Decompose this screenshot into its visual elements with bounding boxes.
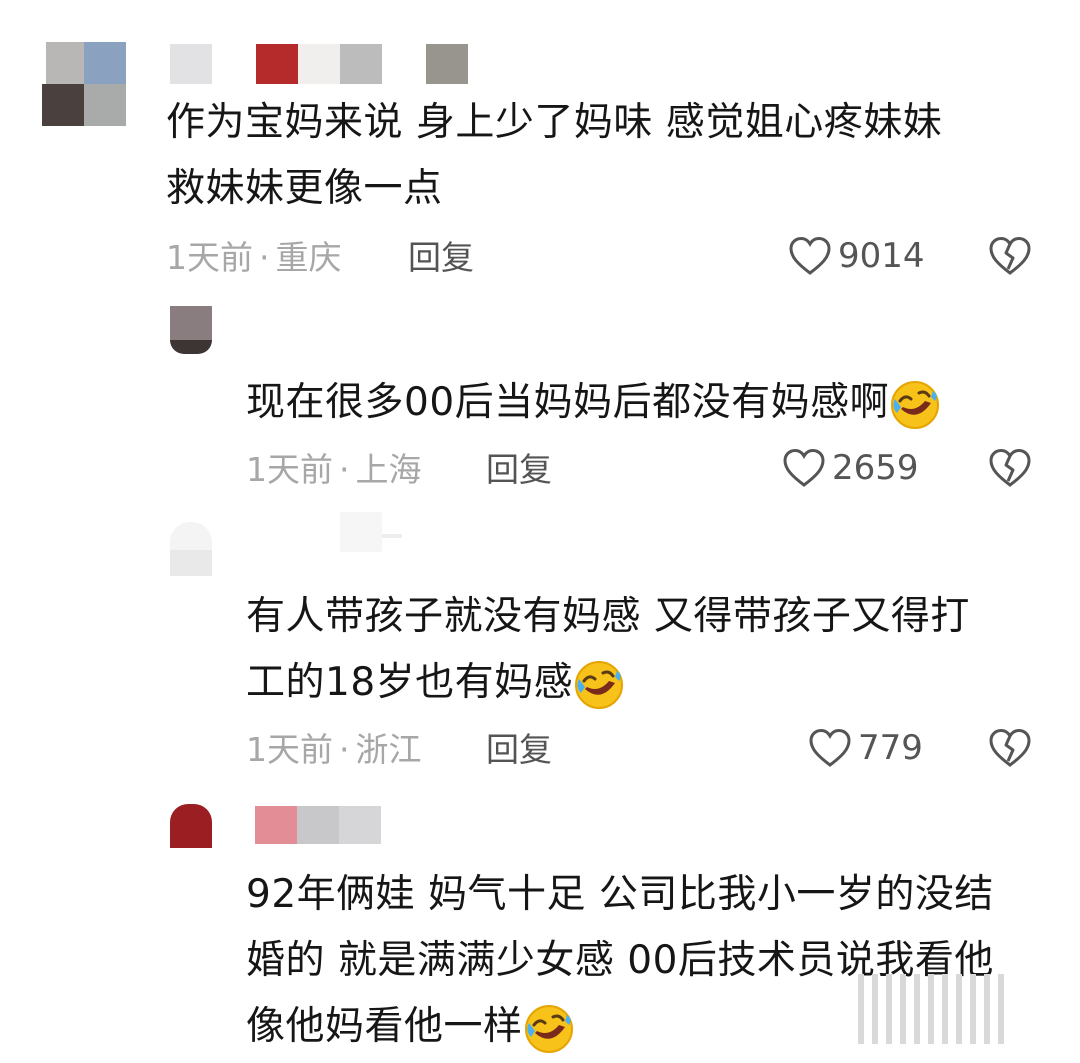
rolling-on-floor-laughing-emoji	[891, 380, 940, 429]
timestamp: 1天前	[246, 450, 333, 489]
username[interactable]	[170, 42, 470, 86]
comment-meta: 1天前 · 浙江	[246, 730, 422, 770]
comment-text-line: 工的18岁也有妈感	[246, 652, 625, 714]
like-count: 779	[858, 728, 923, 768]
comment-text-line: 像他妈看他一样	[246, 996, 575, 1058]
meta-separator: ·	[259, 238, 270, 277]
reply-button[interactable]: 回复	[408, 238, 474, 278]
location: 上海	[355, 450, 422, 489]
rolling-on-floor-laughing-emoji	[524, 1004, 573, 1053]
meta-separator: ·	[339, 450, 350, 489]
like-button[interactable]: 9014	[788, 234, 925, 278]
timestamp: 1天前	[166, 238, 253, 277]
username[interactable]	[255, 806, 385, 846]
reply-button[interactable]: 回复	[486, 450, 552, 490]
avatar[interactable]	[42, 36, 128, 128]
comment-text-line: 作为宝妈来说 身上少了妈味 感觉姐心疼妹妹	[166, 100, 943, 145]
username[interactable]	[340, 512, 540, 556]
meta-separator: ·	[339, 730, 350, 769]
heart-outline-icon	[783, 448, 825, 487]
comment-text: 工的18岁也有妈感	[246, 660, 574, 705]
like-count: 9014	[838, 236, 925, 276]
comment-text-line: 救妹妹更像一点	[166, 166, 443, 211]
location: 浙江	[355, 730, 422, 769]
like-button[interactable]: 779	[808, 726, 923, 770]
avatar[interactable]	[170, 800, 214, 852]
comment-text: 像他妈看他一样	[246, 1004, 523, 1049]
comment-meta: 1天前 · 上海	[246, 450, 422, 490]
heart-outline-icon	[789, 236, 831, 275]
broken-heart-icon[interactable]	[988, 236, 1032, 276]
comment-text: 现在很多00后当妈妈后都没有妈感啊	[246, 380, 890, 425]
avatar[interactable]	[170, 306, 214, 358]
like-count: 2659	[832, 448, 919, 488]
broken-heart-icon[interactable]	[988, 448, 1032, 488]
timestamp: 1天前	[246, 730, 333, 769]
comment-text-line: 现在很多00后当妈妈后都没有妈感啊	[246, 372, 941, 434]
like-button[interactable]: 2659	[782, 446, 919, 490]
comment-text-line: 有人带孩子就没有妈感 又得带孩子又得打	[246, 594, 970, 639]
watermark	[858, 944, 1068, 1054]
avatar[interactable]	[170, 522, 214, 578]
rolling-on-floor-laughing-emoji	[575, 660, 624, 709]
broken-heart-icon[interactable]	[988, 728, 1032, 768]
comment-meta: 1天前 · 重庆	[166, 238, 342, 278]
heart-outline-icon	[809, 728, 851, 767]
location: 重庆	[275, 238, 342, 277]
comment-text-line: 92年俩娃 妈气十足 公司比我小一岁的没结	[246, 872, 994, 917]
reply-button[interactable]: 回复	[486, 730, 552, 770]
